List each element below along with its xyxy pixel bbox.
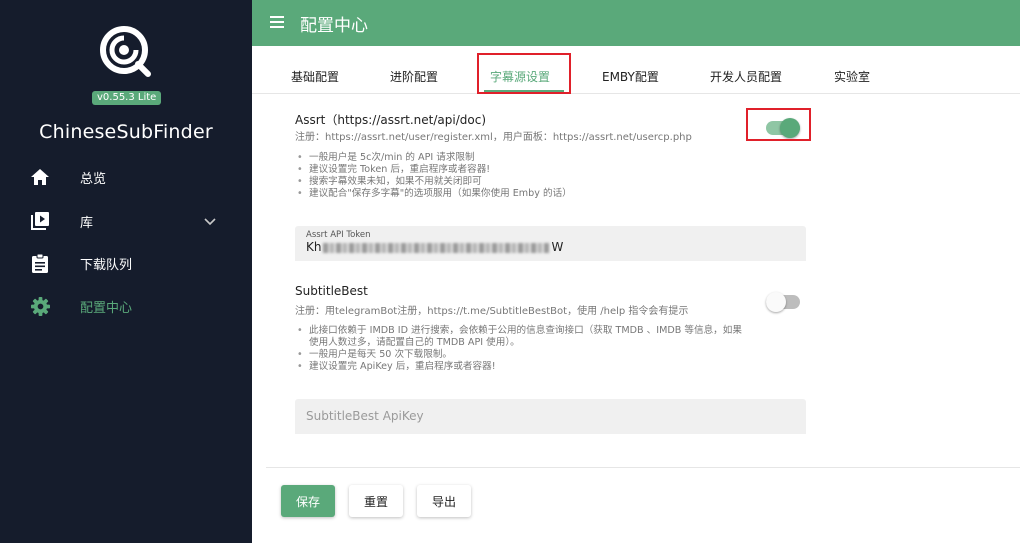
highlight-box-toggle bbox=[746, 108, 811, 141]
sidebar-item-label: 总览 bbox=[80, 171, 107, 187]
tab-developer[interactable]: 开发人员配置 bbox=[710, 68, 782, 85]
field-label: Assrt API Token bbox=[306, 230, 371, 240]
list-item: 建议设置完 Token 后，重启程序或者容器! bbox=[295, 164, 755, 176]
reset-button[interactable]: 重置 bbox=[349, 485, 403, 517]
list-item: 一般用户是每天 50 次下载限制。 bbox=[295, 349, 745, 361]
chevron-down-icon[interactable] bbox=[203, 214, 217, 228]
page-title: 配置中心 bbox=[300, 16, 368, 36]
redacted-token bbox=[323, 242, 550, 253]
highlight-box-tab bbox=[477, 53, 571, 94]
assrt-hint: 注册：https://assrt.net/user/register.xml，用… bbox=[295, 132, 692, 143]
sidebar-item-label: 库 bbox=[80, 215, 94, 231]
sidebar: v0.55.3 Lite ChineseSubFinder 总览 库 下载队列 bbox=[0, 0, 252, 543]
assrt-notes: 一般用户是 5c次/min 的 API 请求限制 建议设置完 Token 后，重… bbox=[295, 152, 755, 200]
assrt-token-field[interactable]: Assrt API Token Kh W bbox=[295, 226, 806, 261]
app-name: ChineseSubFinder bbox=[39, 121, 213, 143]
toggle-knob bbox=[766, 292, 786, 312]
subtitlebest-notes: 此接口依赖于 IMDB ID 进行搜索，会依赖于公用的信息查询接口（获取 TMD… bbox=[295, 325, 745, 373]
sidebar-item-label: 下载队列 bbox=[80, 257, 133, 273]
token-suffix: W bbox=[551, 240, 564, 254]
save-button[interactable]: 保存 bbox=[281, 485, 335, 517]
list-item: 一般用户是 5c次/min 的 API 请求限制 bbox=[295, 152, 755, 164]
list-item: 此接口依赖于 IMDB ID 进行搜索，会依赖于公用的信息查询接口（获取 TMD… bbox=[295, 325, 745, 349]
subtitlebest-toggle[interactable] bbox=[766, 292, 800, 312]
sidebar-item-download-queue[interactable]: 下载队列 bbox=[0, 243, 252, 283]
list-item: 搜索字幕效果未知，如果不用就关闭即可 bbox=[295, 176, 755, 188]
app-logo-icon bbox=[100, 26, 151, 77]
divider bbox=[266, 467, 1020, 468]
sidebar-item-settings[interactable]: 配置中心 bbox=[0, 286, 252, 326]
list-item: 建议设置完 ApiKey 后，重启程序或者容器! bbox=[295, 361, 745, 373]
tab-advanced[interactable]: 进阶配置 bbox=[390, 68, 438, 85]
tab-basic[interactable]: 基础配置 bbox=[291, 68, 339, 85]
token-prefix: Kh bbox=[306, 240, 322, 254]
home-icon bbox=[30, 167, 50, 187]
list-item: 建议配合"保存多字幕"的选项服用（如果你使用 Emby 的话） bbox=[295, 188, 755, 200]
top-app-bar: 配置中心 bbox=[252, 0, 1020, 46]
gear-icon bbox=[30, 296, 50, 316]
app-root: v0.55.3 Lite ChineseSubFinder 总览 库 下载队列 bbox=[0, 0, 1020, 543]
export-button[interactable]: 导出 bbox=[417, 485, 471, 517]
subtitlebest-hint: 注册：用telegramBot注册，https://t.me/SubtitleB… bbox=[295, 306, 689, 317]
subtitlebest-title: SubtitleBest bbox=[295, 284, 368, 298]
assrt-title: Assrt（https://assrt.net/api/doc) bbox=[295, 113, 486, 127]
assrt-token-value: Kh W bbox=[306, 240, 563, 254]
tab-bar: 基础配置 进阶配置 字幕源设置 EMBY配置 开发人员配置 实验室 bbox=[252, 46, 1020, 94]
sidebar-item-overview[interactable]: 总览 bbox=[0, 157, 252, 197]
version-badge: v0.55.3 Lite bbox=[92, 91, 162, 105]
tab-emby[interactable]: EMBY配置 bbox=[602, 68, 659, 85]
apikey-placeholder: SubtitleBest ApiKey bbox=[306, 409, 424, 423]
tab-lab[interactable]: 实验室 bbox=[834, 68, 870, 85]
sidebar-item-library[interactable]: 库 bbox=[0, 201, 252, 241]
menu-icon[interactable] bbox=[268, 13, 288, 33]
clipboard-icon bbox=[30, 253, 50, 273]
video-library-icon bbox=[30, 211, 50, 231]
subtitlebest-apikey-field[interactable]: SubtitleBest ApiKey bbox=[295, 399, 806, 434]
sidebar-item-label: 配置中心 bbox=[80, 300, 133, 316]
